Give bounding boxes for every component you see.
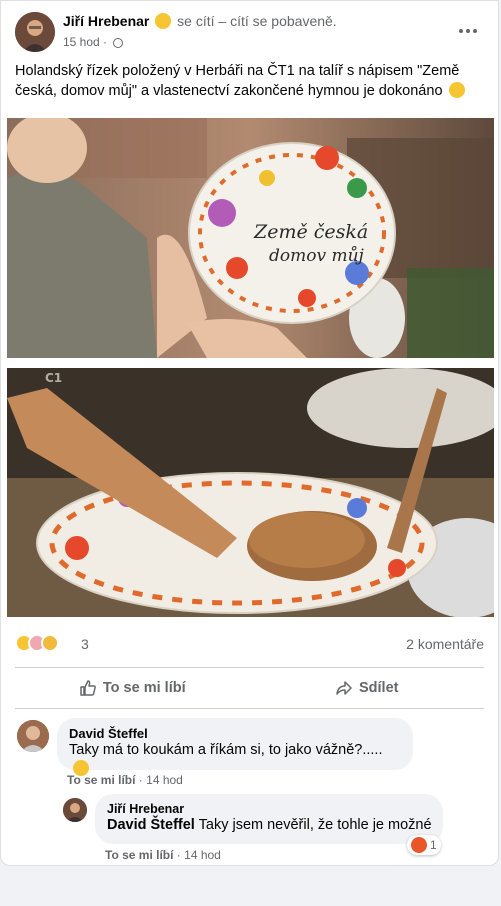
feeling-text: se cítí – cítí se pobaveně.	[177, 13, 337, 29]
post-meta: 15 hod ·	[63, 35, 124, 49]
reply-author[interactable]: Jiří Hrebenar	[107, 802, 431, 816]
comment-like-link[interactable]: To se mi líbí	[67, 773, 135, 787]
angry-icon	[411, 837, 427, 853]
plate-text-line1: Země česká	[253, 221, 368, 243]
reply-text: Taky jsem nevěřil, že tohle je možné	[198, 817, 432, 833]
comment-bubble: David Šteffel Taky má to koukám a říkám …	[57, 718, 413, 776]
post-photo-schnitzel[interactable]: Ⅽ1	[7, 368, 494, 617]
reply-reaction[interactable]: 1	[407, 835, 441, 855]
post-header: Jiří Hrebenar se cítí – cítí se pobaveně…	[15, 11, 484, 55]
share-label: Sdílet	[359, 680, 399, 696]
grin-emoji-icon	[448, 82, 465, 98]
share-icon	[336, 681, 352, 695]
post-text-content: Holandský řízek položený v Herbáři na ČT…	[15, 63, 460, 99]
reply-like-link[interactable]: To se mi líbí	[105, 848, 173, 862]
author-line: Jiří Hrebenar se cítí – cítí se pobaveně…	[63, 13, 337, 29]
reply-bubble: Jiří Hrebenar David Šteffel Taky jsem ne…	[95, 794, 443, 844]
comment-time[interactable]: 14 hod	[146, 773, 183, 787]
post-text: Holandský řízek položený v Herbáři na ČT…	[15, 61, 485, 101]
divider-top	[15, 667, 484, 668]
plate-text-line2: domov můj	[269, 246, 365, 266]
reply-meta: To se mi líbí · 14 hod	[105, 848, 221, 862]
comment-meta: To se mi líbí · 14 hod	[67, 773, 183, 787]
thumbs-up-icon	[80, 680, 96, 696]
comment-author[interactable]: David Šteffel	[69, 726, 401, 741]
like-label: To se mi líbí	[102, 680, 186, 696]
reaction-count[interactable]: 3	[81, 636, 89, 652]
action-bar: To se mi líbí Sdílet	[15, 669, 484, 707]
post-photo-plate[interactable]: Země česká domov můj	[7, 118, 494, 358]
post-card: Jiří Hrebenar se cítí – cítí se pobaveně…	[0, 0, 499, 866]
comment-avatar[interactable]	[17, 720, 49, 752]
comments-count[interactable]: 2 komentáře	[406, 636, 484, 652]
reply-time[interactable]: 14 hod	[184, 848, 221, 862]
like-button[interactable]: To se mi líbí	[15, 669, 250, 707]
reactions-bar: 3 2 komentáře	[15, 633, 484, 655]
globe-icon	[113, 38, 124, 48]
more-options-button[interactable]	[452, 19, 484, 43]
share-button[interactable]: Sdílet	[250, 669, 485, 707]
author-name[interactable]: Jiří Hrebenar	[63, 13, 149, 29]
sad-icon	[41, 634, 59, 652]
reaction-icons[interactable]	[15, 634, 59, 652]
post-time[interactable]: 15 hod	[63, 35, 100, 49]
tv-watermark: Ⅽ1	[45, 371, 62, 385]
reply-reaction-count: 1	[430, 838, 437, 852]
reply-avatar[interactable]	[63, 798, 87, 822]
author-avatar[interactable]	[15, 12, 55, 52]
smile-emoji-icon	[155, 13, 172, 29]
comment-text: Taky má to koukám a říkám si, to jako vá…	[69, 742, 383, 758]
divider-bottom	[15, 708, 484, 709]
reply-tag[interactable]: David Šteffel	[107, 817, 195, 833]
